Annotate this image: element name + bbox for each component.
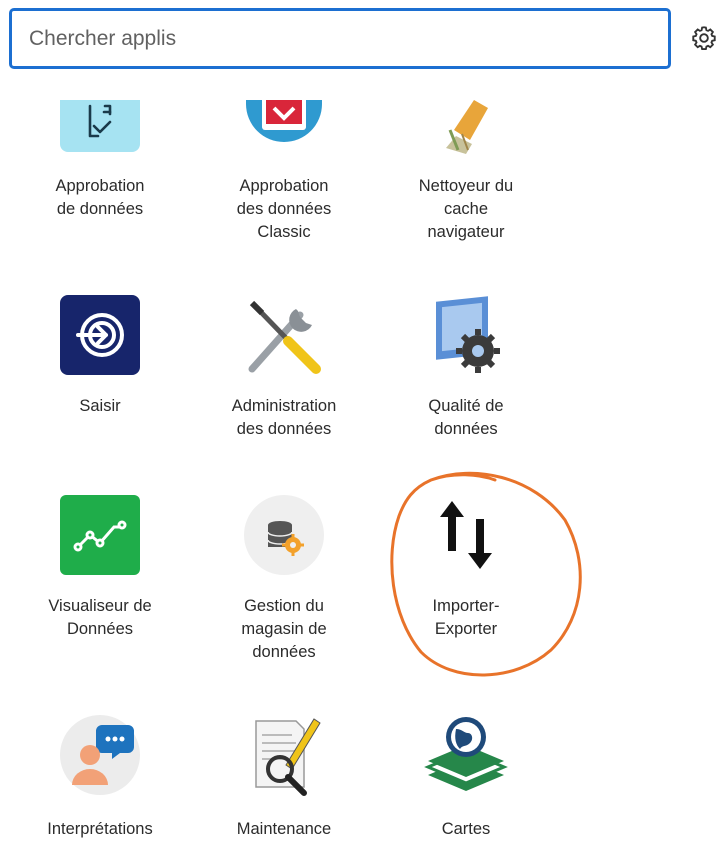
app-label-line: Nettoyeur du	[418, 177, 514, 195]
import-export-arrows-icon	[440, 501, 492, 569]
app-label-line: Saisir	[79, 397, 121, 415]
app-tile-saisir[interactable]: Saisir	[10, 295, 190, 425]
app-tile-cartes[interactable]: Cartes	[376, 715, 556, 843]
app-label-line: Approbation	[239, 177, 329, 195]
app-label-line: Exporter	[434, 620, 498, 638]
app-label-line: Interprétations	[47, 820, 153, 838]
document-magnifier-icon	[255, 718, 321, 796]
app-tile-interpretations[interactable]: Interprétations	[10, 715, 190, 843]
app-label-line: Maintenance	[236, 820, 332, 838]
app-tile-importer-exporter[interactable]: Importer- Exporter	[376, 495, 556, 645]
app-label-line: de données	[56, 200, 144, 218]
app-label-line: Administration	[231, 397, 337, 415]
app-tile-administration-donnees[interactable]: Administration des données	[194, 295, 374, 445]
app-label-line: magasin de	[241, 620, 327, 638]
app-label-line: navigateur	[427, 223, 505, 241]
map-layers-icon	[424, 717, 508, 791]
app-label-line: Gestion du	[244, 597, 324, 615]
tools-icon	[248, 300, 321, 374]
login-arrow-icon	[60, 295, 140, 375]
checklist-icon	[60, 100, 140, 152]
app-search-input[interactable]	[29, 11, 649, 66]
app-label-line: Qualité de	[428, 397, 504, 415]
app-label-line: données	[252, 643, 316, 661]
chat-person-icon	[60, 715, 140, 795]
app-label-line: Visualiseur de	[48, 597, 152, 615]
app-label-line: Approbation	[55, 177, 145, 195]
window-gear-icon	[436, 296, 500, 373]
app-tile-gestion-magasin[interactable]: Gestion du magasin de données	[194, 495, 374, 665]
app-tile-approbation-classic[interactable]: Approbation des données Classic	[194, 100, 374, 250]
app-label-line: Données	[66, 620, 134, 638]
database-gear-icon	[244, 495, 324, 575]
app-tile-approbation-donnees[interactable]: Approbation de données	[10, 100, 190, 250]
app-label-line: Importer-	[432, 597, 500, 615]
app-label-line: Classic	[257, 223, 311, 241]
app-label-line: des données	[236, 200, 332, 218]
app-tile-qualite-donnees[interactable]: Qualité de données	[376, 295, 556, 445]
broom-icon	[446, 100, 488, 154]
app-tile-nettoyeur-cache[interactable]: Nettoyeur du cache navigateur	[376, 100, 556, 250]
app-tile-visualiseur[interactable]: Visualiseur de Données	[10, 495, 190, 645]
gear-icon[interactable]	[690, 24, 718, 52]
app-search-box[interactable]	[9, 8, 671, 69]
app-label-line: des données	[236, 420, 332, 438]
app-tile-maintenance[interactable]: Maintenance	[194, 715, 374, 843]
app-label-line: Cartes	[441, 820, 491, 838]
line-chart-icon	[60, 495, 140, 575]
app-label-line: cache	[443, 200, 489, 218]
approval-heart-icon	[246, 100, 322, 142]
app-label-line: données	[434, 420, 498, 438]
